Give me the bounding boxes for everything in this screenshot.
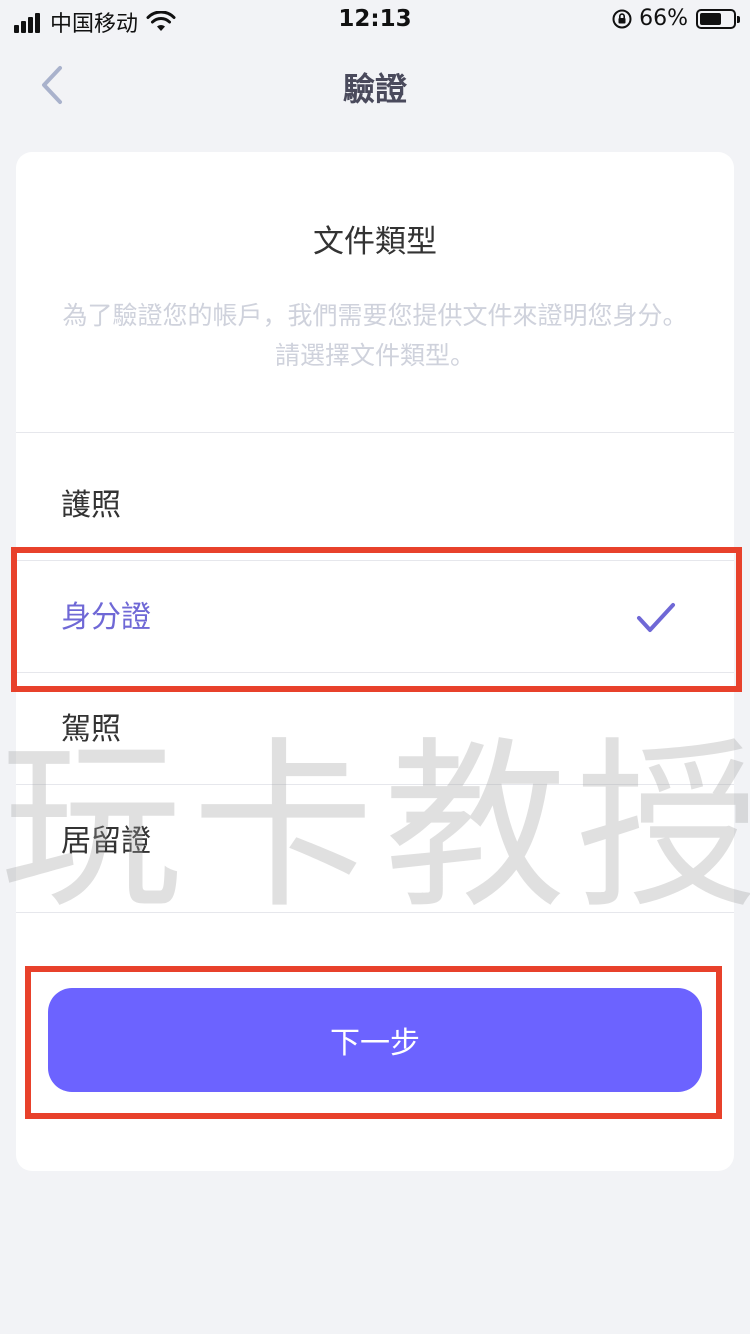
divider <box>16 432 734 433</box>
status-right: 66% <box>611 6 740 31</box>
option-residence-permit[interactable]: 居留證 <box>16 784 734 896</box>
option-label: 護照 <box>61 488 121 523</box>
page-title: 驗證 <box>342 70 407 108</box>
checkmark-icon <box>637 603 675 632</box>
next-button[interactable]: 下一步 <box>48 988 702 1092</box>
option-label: 居留證 <box>61 824 151 859</box>
option-id-card[interactable]: 身分證 <box>16 560 734 672</box>
option-label: 身分證 <box>61 600 151 635</box>
card-description: 為了驗證您的帳戶，我們需要您提供文件來證明您身分。請選擇文件類型。 <box>62 301 688 370</box>
rotation-lock-icon <box>612 9 632 28</box>
battery-fill <box>700 12 721 25</box>
card-title: 文件類型 <box>313 224 437 260</box>
option-label: 駕照 <box>61 712 121 747</box>
status-bar: 中国移动 12:13 66% <box>0 0 750 40</box>
battery-nub <box>737 15 740 23</box>
battery-icon <box>696 8 740 29</box>
divider <box>16 912 734 913</box>
nav-bar: 驗證 <box>0 40 750 136</box>
battery-percent: 66% <box>639 6 688 31</box>
option-driver-license[interactable]: 駕照 <box>16 672 734 784</box>
option-passport[interactable]: 護照 <box>16 448 734 560</box>
